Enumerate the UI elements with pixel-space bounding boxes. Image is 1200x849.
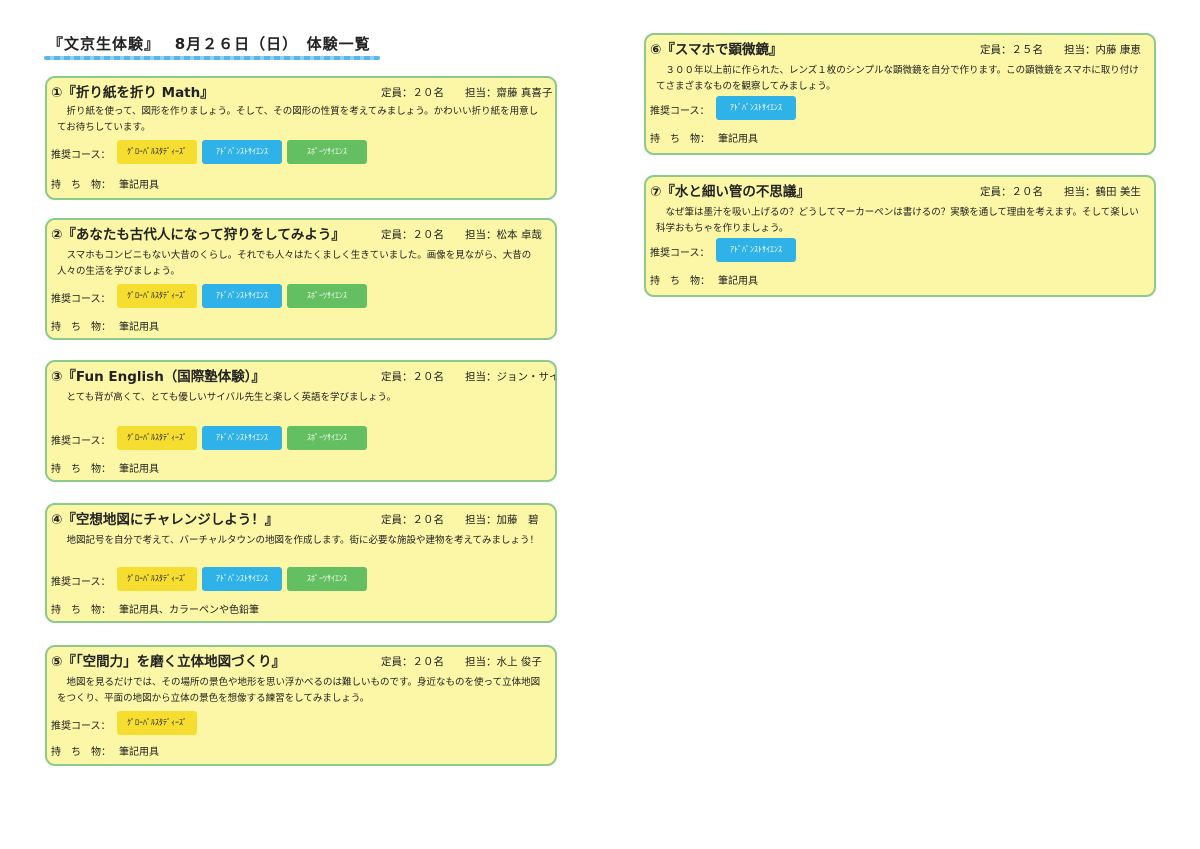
card-quota: 定員：２０名: [381, 229, 444, 241]
card-description: 折り紙を使って、図形を作りましょう。そして、その図形の性質を考えてみましょう。か…: [57, 106, 539, 133]
card-teacher: 担当：内藤 康恵: [1064, 44, 1141, 56]
belongings-value: 筆記用具: [119, 180, 159, 191]
card-title: ③『Fun English（国際塾体験）』: [51, 369, 266, 385]
belongings-label: 持 ち 物：: [51, 180, 111, 191]
tag-global-studies: ｸﾞﾛｰﾊﾞﾙｽﾀﾃﾞｨｰｽﾞ: [117, 284, 197, 308]
page-title: 『文京生体験』 8月２６日（日） 体験一覧: [48, 35, 371, 53]
belongings-label: 持 ち 物：: [650, 134, 710, 145]
card-description: ３００年以上前に作られた、レンズ１枚のシンプルな顕微鏡を自分で作ります。この顕微…: [656, 65, 1139, 92]
tag-advanced-science: ｱﾄﾞﾊﾞﾝｽﾄｻｲｴﾝｽ: [716, 238, 796, 262]
tag-sports-science: ｽﾎﾟｰﾂｻｲｴﾝｽ: [287, 426, 367, 450]
card-quota: 定員：２０名: [381, 656, 444, 668]
belongings-value: 筆記用具: [119, 322, 159, 333]
tag-global-studies: ｸﾞﾛｰﾊﾞﾙｽﾀﾃﾞｨｰｽﾞ: [117, 567, 197, 591]
tag-global-studies: ｸﾞﾛｰﾊﾞﾙｽﾀﾃﾞｨｰｽﾞ: [117, 426, 197, 450]
tag-global-studies: ｸﾞﾛｰﾊﾞﾙｽﾀﾃﾞｨｰｽﾞ: [117, 140, 197, 164]
belongings-label: 持 ち 物：: [51, 605, 111, 616]
card-title: ②『あなたも古代人になって狩りをしてみよう』: [51, 227, 345, 243]
belongings-value: 筆記用具: [119, 747, 159, 758]
card-description: 地図記号を自分で考えて、バーチャルタウンの地図を作成します。街に必要な施設や建物…: [66, 535, 540, 546]
title-underline: [44, 56, 380, 60]
card-teacher: 担当：加藤 碧: [465, 514, 539, 526]
card-quota: 定員：２０名: [980, 186, 1043, 198]
course-label: 推奨コース：: [650, 248, 710, 259]
card-quota: 定員：２０名: [381, 371, 444, 383]
card-teacher: 担当：松本 卓哉: [465, 229, 542, 241]
tag-sports-science: ｽﾎﾟｰﾂｻｲｴﾝｽ: [287, 284, 367, 308]
activity-card-6: ⑥『スマホで顕微鏡』 定員：２５名 担当：内藤 康恵 ３００年以上前に作られた、…: [644, 33, 1156, 155]
card-teacher: 担当：齋藤 真喜子: [465, 87, 553, 99]
tag-global-studies: ｸﾞﾛｰﾊﾞﾙｽﾀﾃﾞｨｰｽﾞ: [117, 711, 197, 735]
activity-card-7: ⑦『水と細い管の不思議』 定員：２０名 担当：鶴田 美生 なぜ筆は墨汁を吸い上げ…: [644, 175, 1156, 297]
card-description: なぜ筆は墨汁を吸い上げるの？どうしてマーカーペンは書けるの？実験を通して理由を考…: [656, 207, 1139, 234]
tag-advanced-science: ｱﾄﾞﾊﾞﾝｽﾄｻｲｴﾝｽ: [716, 96, 796, 120]
tag-advanced-science: ｱﾄﾞﾊﾞﾝｽﾄｻｲｴﾝｽ: [202, 140, 282, 164]
belongings-value: 筆記用具、カラーペンや色鉛筆: [119, 605, 259, 616]
card-teacher: 担当：水上 俊子: [465, 656, 542, 668]
card-title: ①『折り紙を折り Math』: [51, 85, 214, 101]
tag-sports-science: ｽﾎﾟｰﾂｻｲｴﾝｽ: [287, 140, 367, 164]
activity-card-2: ②『あなたも古代人になって狩りをしてみよう』 定員：２０名 担当：松本 卓哉 ス…: [45, 218, 557, 340]
card-title: ⑥『スマホで顕微鏡』: [650, 42, 783, 58]
course-label: 推奨コース：: [51, 721, 111, 732]
activity-card-1: ①『折り紙を折り Math』 定員：２０名 担当：齋藤 真喜子 折り紙を使って、…: [45, 76, 557, 200]
card-description: とても背が高くて、とても優しいサイバル先生と楽しく英語を学びましょう。: [66, 392, 396, 403]
course-label: 推奨コース：: [51, 294, 111, 305]
course-label: 推奨コース：: [51, 577, 111, 588]
card-description: スマホもコンビニもない大昔のくらし。それでも人々はたくましく生きていました。画像…: [57, 250, 532, 277]
card-description: 地図を見るだけでは、その場所の景色や地形を思い浮かべるのは難しいものです。身近な…: [57, 677, 541, 704]
course-label: 推奨コース：: [650, 106, 710, 117]
card-title: ⑤『「空間力」を磨く立体地図づくり』: [51, 654, 286, 670]
tag-sports-science: ｽﾎﾟｰﾂｻｲｴﾝｽ: [287, 567, 367, 591]
tag-advanced-science: ｱﾄﾞﾊﾞﾝｽﾄｻｲｴﾝｽ: [202, 426, 282, 450]
tag-advanced-science: ｱﾄﾞﾊﾞﾝｽﾄｻｲｴﾝｽ: [202, 284, 282, 308]
card-teacher: 担当：ジョン・サイバル: [465, 371, 555, 383]
belongings-label: 持 ち 物：: [51, 464, 111, 475]
activity-card-4: ④『空想地図にチャレンジしよう！』 定員：２０名 担当：加藤 碧 地図記号を自分…: [45, 503, 557, 623]
card-quota: 定員：２０名: [381, 87, 444, 99]
card-teacher: 担当：鶴田 美生: [1064, 186, 1141, 198]
card-quota: 定員：２５名: [980, 44, 1043, 56]
belongings-value: 筆記用具: [718, 276, 758, 287]
card-title: ④『空想地図にチャレンジしよう！』: [51, 512, 279, 528]
course-label: 推奨コース：: [51, 150, 111, 161]
tag-advanced-science: ｱﾄﾞﾊﾞﾝｽﾄｻｲｴﾝｽ: [202, 567, 282, 591]
belongings-value: 筆記用具: [119, 464, 159, 475]
belongings-label: 持 ち 物：: [51, 322, 111, 333]
activity-card-3: ③『Fun English（国際塾体験）』 定員：２０名 担当：ジョン・サイバル…: [45, 360, 557, 482]
belongings-value: 筆記用具: [718, 134, 758, 145]
course-label: 推奨コース：: [51, 436, 111, 447]
activity-card-5: ⑤『「空間力」を磨く立体地図づくり』 定員：２０名 担当：水上 俊子 地図を見る…: [45, 645, 557, 766]
belongings-label: 持 ち 物：: [650, 276, 710, 287]
belongings-label: 持 ち 物：: [51, 747, 111, 758]
card-quota: 定員：２０名: [381, 514, 444, 526]
card-title: ⑦『水と細い管の不思議』: [650, 184, 810, 200]
